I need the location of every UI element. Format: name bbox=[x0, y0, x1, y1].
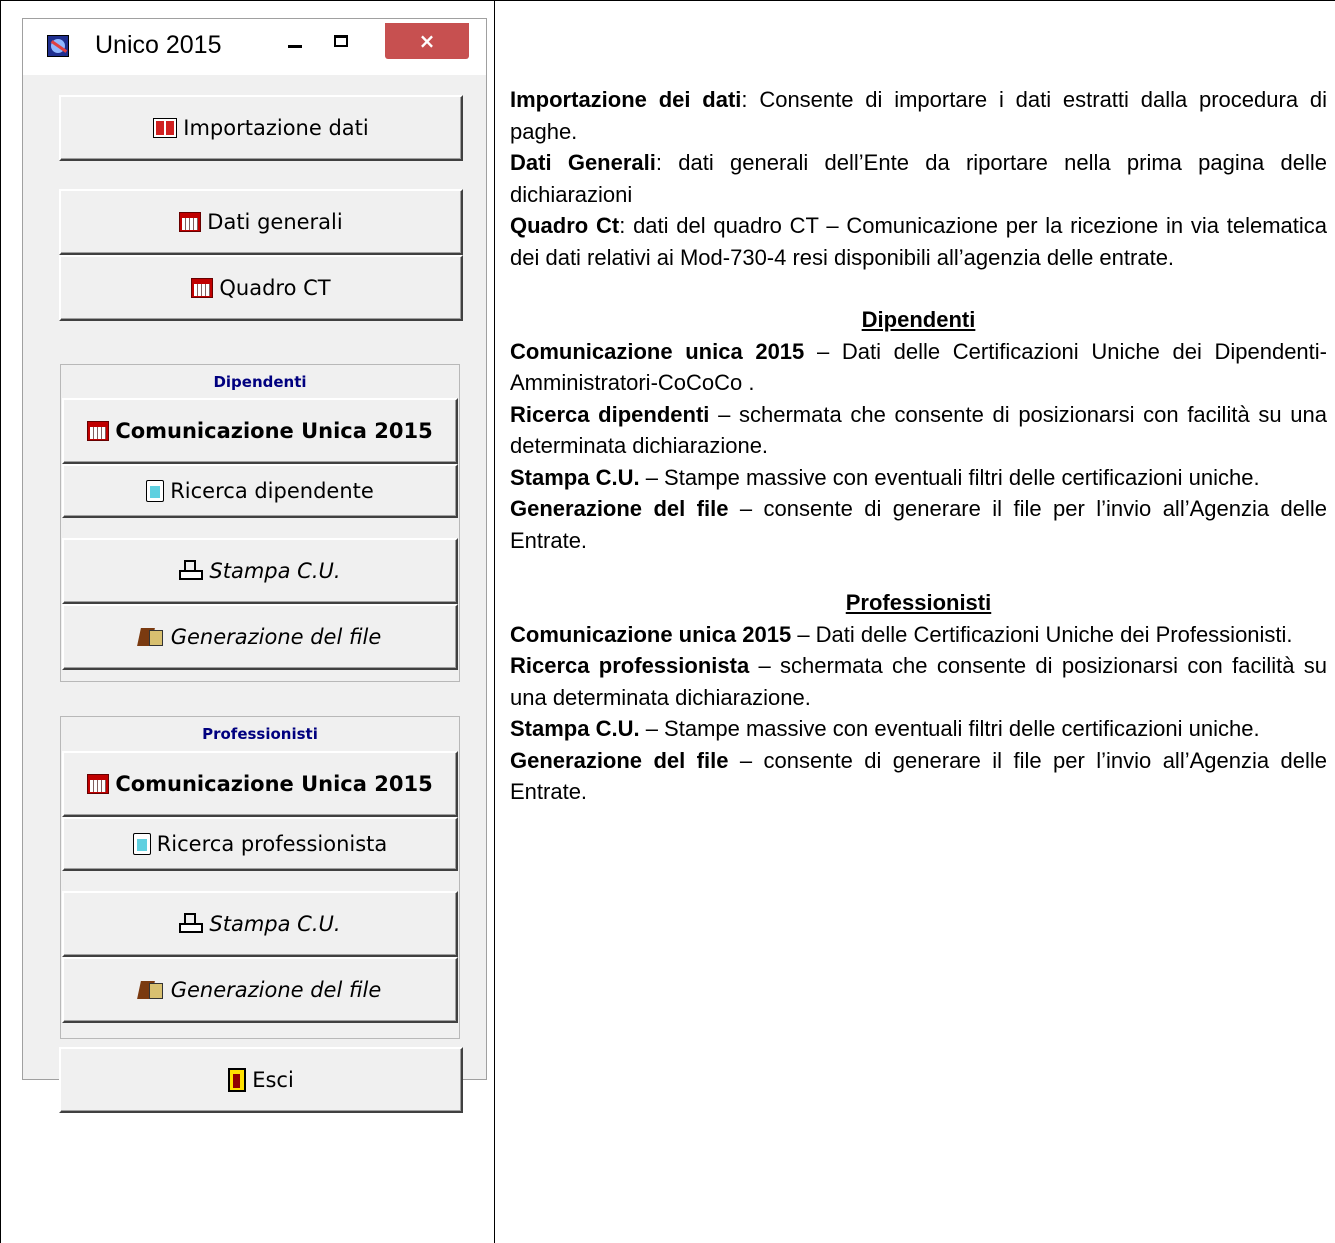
dipendenti-comunicazione-label: Comunicazione Unica 2015 bbox=[115, 419, 433, 443]
professionisti-item: Generazione del file – consente di gener… bbox=[510, 745, 1327, 808]
quadro-ct-description: Quadro Ct: dati del quadro CT – Comunica… bbox=[510, 210, 1327, 273]
dipendenti-item-term: Generazione del file bbox=[510, 496, 729, 521]
dipendenti-group-title: Dipendenti bbox=[213, 373, 307, 391]
printer-icon bbox=[179, 913, 204, 935]
quadro-ct-text: : dati del quadro CT – Comunicazione per… bbox=[510, 213, 1327, 270]
professionisti-heading: Professionisti bbox=[845, 590, 992, 615]
dati-generali-button[interactable]: Dati generali bbox=[59, 189, 463, 255]
quadro-ct-button[interactable]: Quadro CT bbox=[59, 255, 463, 321]
professionisti-stampa-cu-button[interactable]: Stampa C.U. bbox=[62, 891, 458, 957]
dipendenti-stampa-cu-button[interactable]: Stampa C.U. bbox=[62, 538, 458, 604]
dipendenti-item: Comunicazione unica 2015 – Dati delle Ce… bbox=[510, 336, 1327, 399]
dipendenti-item-term: Stampa C.U. bbox=[510, 464, 640, 490]
dipendenti-item: Ricerca dipendenti – schermata che conse… bbox=[510, 399, 1327, 462]
importazione-term: Importazione dei dati bbox=[510, 87, 742, 112]
esci-button[interactable]: Esci bbox=[59, 1047, 463, 1113]
table-border-left bbox=[0, 0, 1, 1243]
dipendenti-generazione-label: Generazione del file bbox=[170, 625, 382, 649]
app-icon[interactable] bbox=[47, 35, 69, 57]
importazione-dati-label: Importazione dati bbox=[183, 116, 369, 140]
printer-icon bbox=[179, 560, 204, 582]
professionisti-item-text: – Dati delle Certificazioni Uniche dei P… bbox=[791, 621, 1293, 647]
professionisti-item-term: Ricerca professionista bbox=[510, 653, 750, 678]
esci-label: Esci bbox=[252, 1068, 294, 1092]
calendar-icon bbox=[179, 212, 202, 232]
importazione-dati-button[interactable]: Importazione dati bbox=[59, 95, 463, 161]
dipendenti-item-term: Ricerca dipendenti bbox=[510, 401, 710, 427]
dipendenti-generazione-file-button[interactable]: Generazione del file bbox=[62, 604, 458, 670]
quadro-ct-label: Quadro CT bbox=[219, 276, 331, 300]
file-generation-icon bbox=[139, 979, 165, 1001]
minimize-icon bbox=[288, 44, 302, 48]
professionisti-item: Comunicazione unica 2015 – Dati delle Ce… bbox=[510, 619, 1327, 651]
maximize-button[interactable] bbox=[321, 25, 361, 63]
ricerca-professionista-button[interactable]: Ricerca professionista bbox=[62, 817, 458, 871]
dipendenti-item-text: – Stampe massive con eventuali filtri de… bbox=[639, 464, 1260, 490]
table-border-top bbox=[0, 0, 1335, 1]
professionisti-item: Stampa C.U. – Stampe massive con eventua… bbox=[510, 713, 1327, 745]
notepad-icon bbox=[132, 833, 151, 855]
ricerca-dipendente-label: Ricerca dipendente bbox=[170, 479, 374, 503]
close-button[interactable]: × bbox=[385, 23, 469, 59]
dipendenti-item-term: Comunicazione unica 2015 bbox=[510, 338, 805, 364]
importazione-description: Importazione dei dati: Consente di impor… bbox=[510, 84, 1327, 147]
calendar-icon bbox=[191, 278, 214, 298]
dipendenti-stampa-label: Stampa C.U. bbox=[209, 559, 341, 583]
professionisti-comunicazione-label: Comunicazione Unica 2015 bbox=[115, 772, 433, 796]
professionisti-item-term: Stampa C.U. bbox=[510, 716, 640, 741]
professionisti-comunicazione-unica-button[interactable]: Comunicazione Unica 2015 bbox=[62, 751, 458, 817]
dipendenti-heading: Dipendenti bbox=[861, 307, 976, 332]
professionisti-group-title: Professionisti bbox=[202, 725, 318, 743]
maximize-icon bbox=[334, 35, 348, 47]
professionisti-generazione-file-button[interactable]: Generazione del file bbox=[62, 957, 458, 1023]
professionisti-item: Ricerca professionista – schermata che c… bbox=[510, 650, 1327, 713]
dipendenti-item: Stampa C.U. – Stampe massive con eventua… bbox=[510, 462, 1327, 494]
close-icon: × bbox=[418, 29, 436, 53]
dati-generali-label: Dati generali bbox=[207, 210, 343, 234]
ricerca-professionista-label: Ricerca professionista bbox=[156, 832, 388, 856]
exit-door-icon bbox=[228, 1068, 247, 1092]
table-border-middle bbox=[494, 0, 495, 1243]
professionisti-generazione-label: Generazione del file bbox=[170, 978, 382, 1002]
app-window: Unico 2015 × Importazione dati Dati gene… bbox=[22, 18, 487, 1113]
professionisti-stampa-label: Stampa C.U. bbox=[209, 912, 341, 936]
file-generation-icon bbox=[139, 626, 165, 648]
ricerca-dipendente-button[interactable]: Ricerca dipendente bbox=[62, 464, 458, 518]
minimize-button[interactable] bbox=[275, 25, 315, 63]
professionisti-item-term: Generazione del file bbox=[510, 747, 729, 773]
window-title: Unico 2015 bbox=[95, 31, 222, 59]
dati-generali-term: Dati Generali bbox=[510, 150, 656, 175]
quadro-ct-term: Quadro Ct bbox=[510, 213, 620, 238]
professionisti-item-term: Comunicazione unica 2015 bbox=[510, 621, 792, 647]
dati-generali-description: Dati Generali: dati generali dell’Ente d… bbox=[510, 147, 1327, 210]
title-bar[interactable]: Unico 2015 × bbox=[23, 19, 486, 75]
calendar-icon bbox=[87, 774, 110, 794]
calendar-icon bbox=[87, 421, 110, 441]
notepad-icon bbox=[146, 480, 165, 502]
dipendenti-comunicazione-unica-button[interactable]: Comunicazione Unica 2015 bbox=[62, 398, 458, 464]
professionisti-item-text: – Stampe massive con eventuali filtri de… bbox=[639, 716, 1260, 741]
dipendenti-item: Generazione del file – consente di gener… bbox=[510, 493, 1327, 556]
import-icon bbox=[153, 118, 178, 138]
description-panel: Importazione dei dati: Consente di impor… bbox=[510, 84, 1327, 808]
